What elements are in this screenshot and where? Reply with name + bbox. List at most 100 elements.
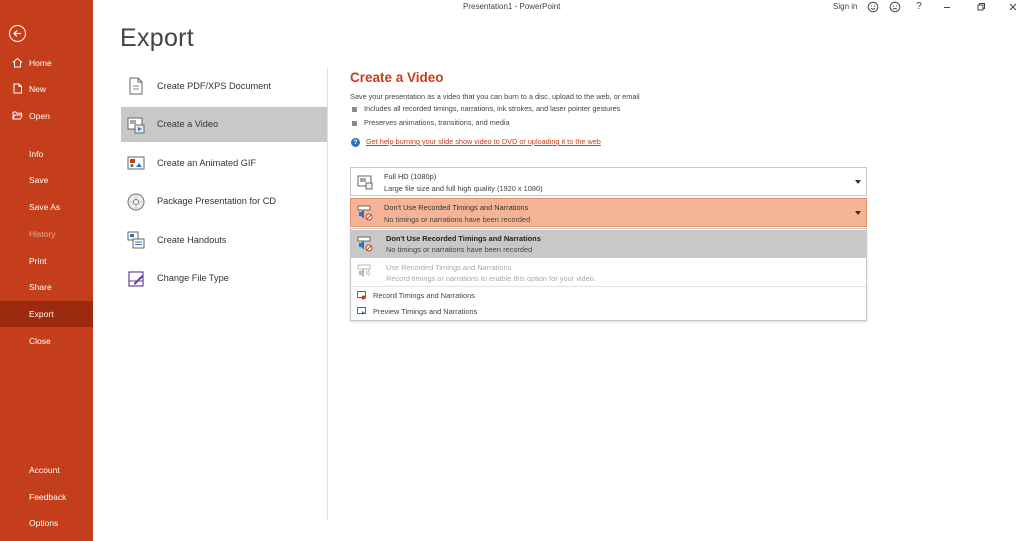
speaker-no-timing-icon: [357, 205, 373, 221]
timings-subtitle: No timings or narrations have been recor…: [384, 215, 531, 224]
nav-label: Open: [29, 111, 50, 121]
timings-title: Don't Use Recorded Timings and Narration…: [384, 203, 529, 212]
gif-icon: [127, 156, 145, 170]
help-link[interactable]: ? Get help burning your slide show video …: [351, 137, 601, 147]
backstage-nav: Home New Open Info Save Save As History …: [0, 0, 93, 541]
nav-label: Export: [29, 309, 54, 319]
nav-share[interactable]: Share: [0, 274, 93, 300]
preview-timings-label: Preview Timings and Narrations: [373, 307, 478, 316]
help-icon[interactable]: ?: [913, 1, 925, 13]
export-option-label: Package Presentation for CD: [157, 196, 276, 206]
bullet-square-icon: [352, 106, 357, 112]
smiley-feedback-icon[interactable]: [867, 1, 879, 13]
nav-label: Share: [29, 282, 52, 292]
export-create-handouts[interactable]: Create Handouts: [121, 222, 327, 257]
nav-label: Account: [29, 465, 60, 475]
nav-label: Home: [29, 58, 52, 68]
change-file-type-icon: [128, 270, 144, 287]
nav-save[interactable]: Save: [0, 167, 93, 193]
record-icon: [357, 291, 366, 300]
option-title: Use Recorded Timings and Narrations: [386, 263, 512, 272]
question-circle-icon: ?: [351, 137, 360, 147]
export-option-label: Create PDF/XPS Document: [157, 80, 271, 91]
window-title: Presentation1 - PowerPoint: [463, 2, 561, 11]
bullet-text: Includes all recorded timings, narration…: [364, 104, 621, 113]
nav-account[interactable]: Account: [0, 457, 93, 483]
export-animated-gif[interactable]: Create an Animated GIF: [121, 145, 327, 180]
nav-label: Print: [29, 256, 47, 266]
nav-feedback[interactable]: Feedback: [0, 484, 93, 510]
restore-icon[interactable]: [975, 1, 987, 13]
record-timings-item[interactable]: Record Timings and Narrations: [351, 288, 866, 303]
timings-dropdown[interactable]: Don't Use Recorded Timings and Narration…: [350, 198, 867, 227]
nav-print[interactable]: Print: [0, 248, 93, 274]
back-arrow-icon[interactable]: [9, 25, 26, 42]
nav-new[interactable]: New: [0, 76, 93, 102]
panel-divider: [327, 68, 328, 520]
nav-save-as[interactable]: Save As: [0, 194, 93, 220]
nav-label: Close: [29, 336, 51, 346]
nav-options[interactable]: Options: [0, 510, 93, 536]
option-subtitle: No timings or narrations have been recor…: [386, 245, 533, 254]
section-title: Create a Video: [350, 70, 444, 85]
bullet-text: Preserves animations, transitions, and m…: [364, 118, 510, 127]
speaker-no-timing-icon: [357, 236, 373, 252]
nav-open[interactable]: Open: [0, 103, 93, 129]
home-icon: [12, 57, 23, 68]
option-title: Don't Use Recorded Timings and Narration…: [386, 234, 541, 243]
quality-subtitle: Large file size and full high quality (1…: [384, 184, 543, 193]
export-option-label: Change File Type: [157, 273, 229, 283]
nav-history: History: [0, 221, 93, 247]
export-pdf-xps[interactable]: Create PDF/XPS Document: [121, 68, 327, 103]
nav-close[interactable]: Close: [0, 328, 93, 354]
feature-bullet: Preserves animations, transitions, and m…: [352, 118, 510, 127]
pdf-document-icon: [129, 77, 143, 95]
nav-info[interactable]: Info: [0, 141, 93, 167]
video-icon: [127, 117, 145, 133]
nav-label: Options: [29, 518, 59, 528]
timings-menu: Don't Use Recorded Timings and Narration…: [350, 228, 867, 321]
export-option-label: Create a Video: [157, 119, 219, 129]
page-title: Export: [120, 24, 195, 52]
close-window-icon[interactable]: [1007, 1, 1019, 13]
video-quality-dropdown[interactable]: Full HD (1080p) Large file size and full…: [350, 167, 867, 196]
preview-icon: [357, 307, 366, 315]
nav-label: New: [29, 84, 47, 94]
handouts-icon: [127, 231, 145, 249]
sign-in-link[interactable]: Sign in: [833, 2, 857, 11]
nav-label: Info: [29, 149, 44, 159]
title-bar: Presentation1 - PowerPoint Sign in ?: [93, 0, 1024, 14]
chevron-down-icon: [855, 180, 861, 184]
nav-label: Feedback: [29, 492, 67, 502]
section-description: Save your presentation as a video that y…: [350, 92, 640, 101]
nav-home[interactable]: Home: [0, 50, 93, 76]
export-package-cd[interactable]: Package Presentation for CD: [121, 184, 327, 219]
export-create-video[interactable]: Create a Video: [121, 106, 327, 142]
export-options-list: Create PDF/XPS Document Create a Video C…: [121, 68, 327, 299]
new-document-icon: [13, 83, 22, 94]
menu-option-use-timings: Use Recorded Timings and Narrations Reco…: [351, 259, 866, 286]
menu-separator: [351, 286, 866, 287]
nav-label: Save: [29, 175, 49, 185]
bullet-square-icon: [352, 120, 357, 126]
chevron-down-icon: [855, 211, 861, 215]
monitor-icon: [357, 175, 373, 190]
option-subtitle: Record timings or narrations to enable t…: [386, 274, 596, 283]
cd-icon: [127, 193, 145, 210]
quality-title: Full HD (1080p): [384, 172, 437, 181]
speaker-timing-icon: [357, 264, 371, 278]
record-timings-label: Record Timings and Narrations: [373, 291, 475, 300]
feature-bullet: Includes all recorded timings, narration…: [352, 104, 620, 113]
nav-label: Save As: [29, 202, 61, 212]
help-link-text: Get help burning your slide show video t…: [366, 137, 601, 146]
nav-label: History: [29, 229, 56, 239]
export-option-label: Create Handouts: [157, 234, 227, 245]
minimize-icon[interactable]: [941, 1, 953, 13]
menu-option-dont-use-timings[interactable]: Don't Use Recorded Timings and Narration…: [351, 230, 866, 258]
folder-open-icon: [12, 111, 23, 120]
nav-export[interactable]: Export: [0, 301, 93, 327]
frown-feedback-icon[interactable]: [889, 1, 901, 13]
export-change-file-type[interactable]: Change File Type: [121, 261, 327, 296]
export-option-label: Create an Animated GIF: [157, 157, 257, 168]
preview-timings-item[interactable]: Preview Timings and Narrations: [351, 304, 866, 319]
